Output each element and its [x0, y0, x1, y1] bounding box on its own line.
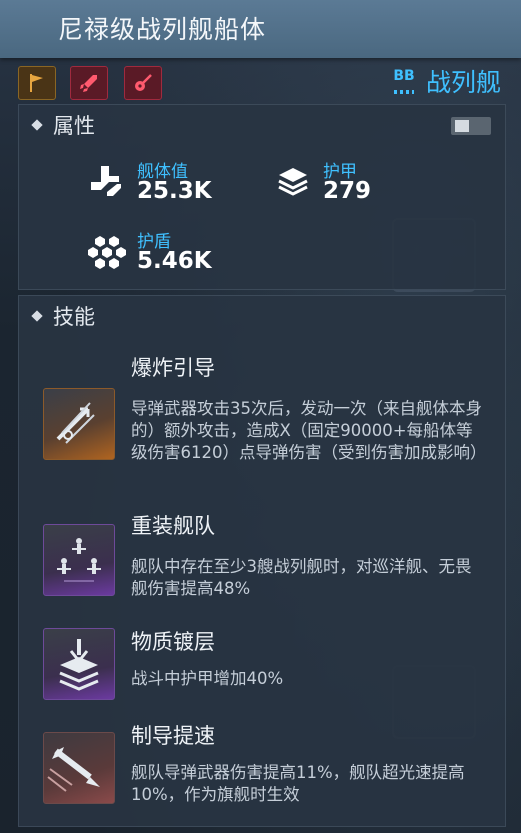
missile-speed-icon	[43, 732, 115, 804]
skill-description: 战斗中护甲增加40%	[131, 669, 284, 688]
attributes-title: 属性	[53, 114, 95, 138]
skill-description: 导弹武器攻击35次后，发动一次（来自舰体本身的）额外攻击，造成X（固定90000…	[131, 399, 487, 462]
stat-armor: 护甲 279	[273, 157, 443, 207]
diamond-icon	[31, 310, 43, 322]
skill-name: 重装舰队	[131, 514, 215, 538]
diamond-icon	[31, 119, 43, 131]
toggle-knob	[455, 120, 469, 132]
rocket-icon	[80, 75, 97, 92]
armor-plating-icon	[43, 628, 115, 700]
skill-item[interactable]: 重装舰队 舰队中存在至少3艘战列舰时，对巡洋舰、无畏舰伤害提高48%	[19, 510, 505, 606]
attributes-header: 属性	[31, 111, 95, 139]
skill-name: 物质镀层	[131, 630, 215, 654]
attributes-panel: 属性 舰体值 25.3K 护甲 279 护盾 5.46K	[18, 104, 506, 290]
hull-icon	[91, 166, 121, 196]
shield-icon	[88, 236, 126, 269]
ship-class-label: 战列舰	[425, 68, 501, 97]
ship-class: BB 战列舰	[388, 64, 501, 98]
skill-description: 舰队中存在至少3艘战列舰时，对巡洋舰、无畏舰伤害提高48%	[131, 557, 472, 598]
stat-shield-value: 5.46K	[137, 248, 212, 274]
skills-title: 技能	[53, 305, 95, 329]
skill-name: 爆炸引导	[131, 356, 215, 380]
tag-flag[interactable]	[18, 66, 56, 100]
fleet-formation-icon	[43, 524, 115, 596]
skill-item[interactable]: 制导提速 舰队导弹武器伤害提高11%，舰队超光速提高10%，作为旗舰时生效	[19, 720, 505, 820]
skill-name: 制导提速	[131, 724, 215, 748]
flag-icon	[30, 74, 43, 92]
battleship-class-icon: BB	[388, 65, 420, 97]
skill-description: 舰队导弹武器伤害提高11%，舰队超光速提高10%，作为旗舰时生效	[131, 763, 465, 804]
armor-icon	[278, 168, 308, 196]
page-title: 尼禄级战列舰船体	[58, 15, 267, 44]
guitar-icon	[135, 74, 152, 91]
stat-hull: 舰体值 25.3K	[87, 157, 257, 207]
stat-armor-value: 279	[323, 178, 372, 204]
skills-panel: 技能 爆炸引导 导弹武器攻击35次后，发动一次（来自舰体本身的）额外攻击，造成X…	[18, 295, 506, 827]
skills-header: 技能	[31, 302, 95, 330]
title-bar: 尼禄级战列舰船体	[0, 0, 521, 58]
tag-rocket[interactable]	[70, 66, 108, 100]
stat-hull-value: 25.3K	[137, 178, 212, 204]
tag-guitar[interactable]	[124, 66, 162, 100]
stat-shield: 护盾 5.46K	[87, 227, 257, 277]
skill-item[interactable]: 爆炸引导 导弹武器攻击35次后，发动一次（来自舰体本身的）额外攻击，造成X（固定…	[19, 352, 505, 492]
skill-item[interactable]: 物质镀层 战斗中护甲增加40%	[19, 626, 505, 702]
attributes-toggle[interactable]	[451, 117, 491, 135]
missile-burst-icon	[43, 388, 115, 460]
